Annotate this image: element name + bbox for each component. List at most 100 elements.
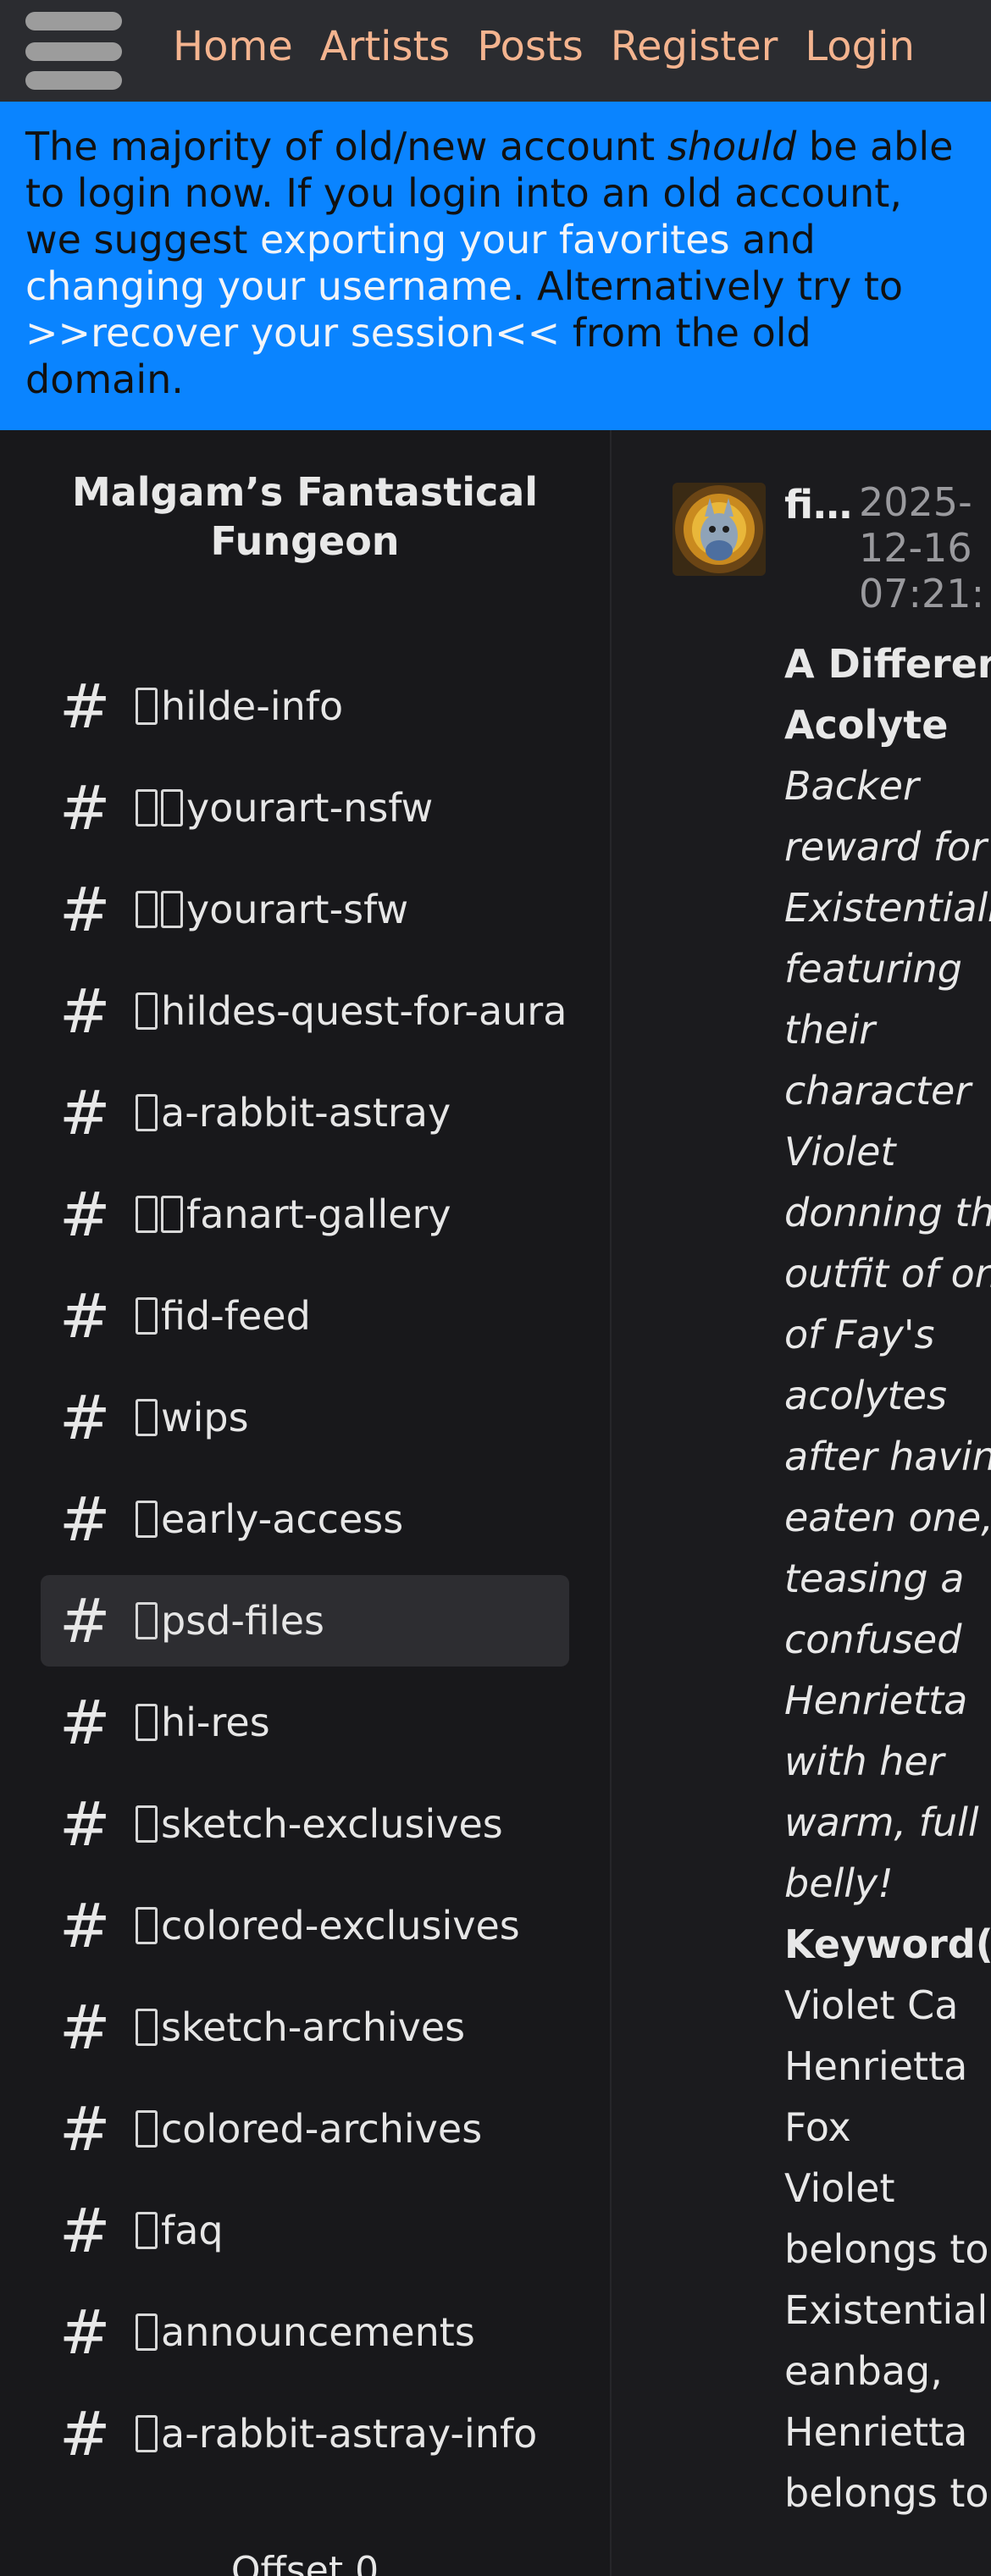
hamburger-menu-icon[interactable]: [25, 12, 122, 90]
channel-item[interactable]: # a-rabbit-astray: [41, 1067, 569, 1158]
nav-home-link[interactable]: Home: [173, 19, 293, 75]
post-title: A Different Acolyte: [784, 641, 991, 748]
channel-item[interactable]: # colored-exclusives: [41, 1880, 569, 1971]
channel-label: fid-feed: [161, 1293, 311, 1339]
channel-item[interactable]: # psd-files: [41, 1575, 569, 1667]
emoji-placeholder-icon: [136, 2313, 158, 2351]
announcement-banner: The majority of old/new account should b…: [0, 102, 991, 430]
hash-icon: #: [59, 2297, 111, 2368]
post-text-line: Henrietta: [784, 2043, 968, 2089]
channel-label: early-access: [161, 1496, 404, 1542]
announcement-text: The majority of old/new account should b…: [25, 124, 954, 402]
channel-item[interactable]: # hildes-quest-for-aura: [41, 965, 569, 1057]
emoji-placeholder-icon: [136, 1399, 158, 1436]
post-body: A Different Acolyte Backer reward for Ex…: [784, 633, 991, 2523]
server-name: Malgam’s Fantastical Fungeon: [71, 469, 539, 564]
channel-label: yourart-sfw: [186, 887, 409, 932]
channel-item[interactable]: # announcements: [41, 2286, 569, 2378]
hash-icon: #: [59, 1382, 111, 1453]
emoji-placeholder-icon: [136, 1501, 158, 1538]
change-username-link[interactable]: changing your username: [25, 263, 512, 309]
post-column: fi... 2025-12-16 07:21: A Different Acol…: [612, 430, 991, 2576]
channel-label: fanart-gallery: [186, 1191, 451, 1237]
export-favorites-link[interactable]: exporting your favorites: [260, 217, 730, 263]
channel-label: a-rabbit-astray: [161, 1090, 451, 1136]
post-text-line: Fox: [784, 2104, 851, 2150]
recover-session-link[interactable]: >>recover your session<<: [25, 310, 560, 356]
emoji-placeholder-icon: [136, 1297, 158, 1335]
post-text-line: Violet: [784, 2165, 895, 2211]
hash-icon: #: [59, 1585, 111, 1656]
post-description: Backer reward for ExistentialBeanbag, fe…: [784, 763, 991, 1906]
emoji-placeholder-icon: [136, 789, 158, 826]
channel-item[interactable]: # hilde-info: [41, 661, 569, 752]
pagination-offset: Offset 0: [230, 2549, 379, 2576]
channel-item[interactable]: # a-rabbit-astray-info: [41, 2388, 569, 2479]
channel-item[interactable]: # fanart-gallery: [41, 1169, 569, 1260]
keywords-label: Keyword(s): [784, 1921, 991, 1967]
post-text-line: belongs to: [784, 2470, 989, 2516]
hash-icon: #: [59, 1788, 111, 1860]
channel-item[interactable]: # sketch-archives: [41, 1982, 569, 2073]
main-nav: Home Artists Posts Register Login: [173, 19, 915, 75]
channel-list: # hilde-info # yourart-nsfw # yourart-sfw # hil…: [41, 661, 569, 2490]
channel-label: psd-files: [161, 1598, 324, 1644]
hash-icon: #: [59, 1687, 111, 1758]
channel-item[interactable]: # yourart-nsfw: [41, 762, 569, 854]
hash-icon: #: [59, 1890, 111, 1961]
channel-label: hi-res: [161, 1700, 270, 1745]
nav-artists-link[interactable]: Artists: [320, 19, 451, 75]
emoji-placeholder-icon: [136, 2009, 158, 2046]
hash-icon: #: [59, 1179, 111, 1250]
emoji-placeholder-icon: [136, 688, 158, 725]
emoji-placeholder-icon: [136, 891, 158, 928]
channel-item[interactable]: # sketch-exclusives: [41, 1778, 569, 1870]
channel-label: colored-exclusives: [161, 1903, 520, 1949]
channel-label: announcements: [161, 2309, 475, 2355]
emoji-placeholder-icon: [161, 789, 183, 826]
channel-label: faq: [161, 2208, 224, 2253]
emoji-placeholder-icon: [161, 1196, 183, 1233]
channel-sidebar: Malgam’s Fantastical Fungeon # hilde-info…: [0, 430, 610, 2576]
emoji-placeholder-icon: [136, 2110, 158, 2148]
post-keywords: Keyword(s): Violet Ca: [784, 1914, 991, 2036]
top-navbar: Home Artists Posts Register Login: [0, 0, 991, 102]
post-text-line: Henrietta: [784, 2409, 968, 2455]
channel-label: hilde-info: [161, 683, 344, 729]
channel-item[interactable]: # faq: [41, 2185, 569, 2276]
channel-label: yourart-nsfw: [186, 785, 434, 831]
emoji-placeholder-icon: [136, 1094, 158, 1131]
post-text-line: eanbag,: [784, 2348, 943, 2394]
hash-icon: #: [59, 2093, 111, 2164]
nav-register-link[interactable]: Register: [611, 19, 778, 75]
hash-icon: #: [59, 1992, 111, 2063]
hash-icon: #: [59, 1484, 111, 1555]
channel-label: sketch-exclusives: [161, 1801, 503, 1847]
nav-posts-link[interactable]: Posts: [477, 19, 583, 75]
channel-item[interactable]: # fid-feed: [41, 1270, 569, 1362]
channel-item[interactable]: # hi-res: [41, 1677, 569, 1768]
nav-login-link[interactable]: Login: [805, 19, 915, 75]
emoji-placeholder-icon: [161, 891, 183, 928]
channel-item[interactable]: # colored-archives: [41, 2083, 569, 2175]
post-author[interactable]: fi...: [784, 479, 855, 530]
post-text-lines: Henrietta Fox Violet belongs to Existential e…: [784, 2036, 991, 2523]
emoji-placeholder-icon: [136, 1704, 158, 1741]
emoji-placeholder-icon: [136, 2212, 158, 2249]
emoji-placeholder-icon: [136, 1805, 158, 1843]
hash-icon: #: [59, 2195, 111, 2266]
channel-item[interactable]: # yourart-sfw: [41, 864, 569, 955]
hash-icon: #: [59, 1077, 111, 1148]
emphasis-should: should: [667, 124, 797, 169]
emoji-placeholder-icon: [136, 1907, 158, 1944]
author-avatar[interactable]: [673, 483, 766, 576]
hash-icon: #: [59, 772, 111, 843]
post-timestamp: 2025-12-16 07:21:: [859, 479, 985, 616]
channel-item[interactable]: # early-access: [41, 1473, 569, 1565]
emoji-placeholder-icon: [136, 2415, 158, 2452]
hash-icon: #: [59, 671, 111, 742]
channel-label: wips: [161, 1395, 249, 1440]
post-text-line: belongs to: [784, 2226, 989, 2272]
post-text-line: Existential: [784, 2287, 988, 2333]
channel-item[interactable]: # wips: [41, 1372, 569, 1463]
